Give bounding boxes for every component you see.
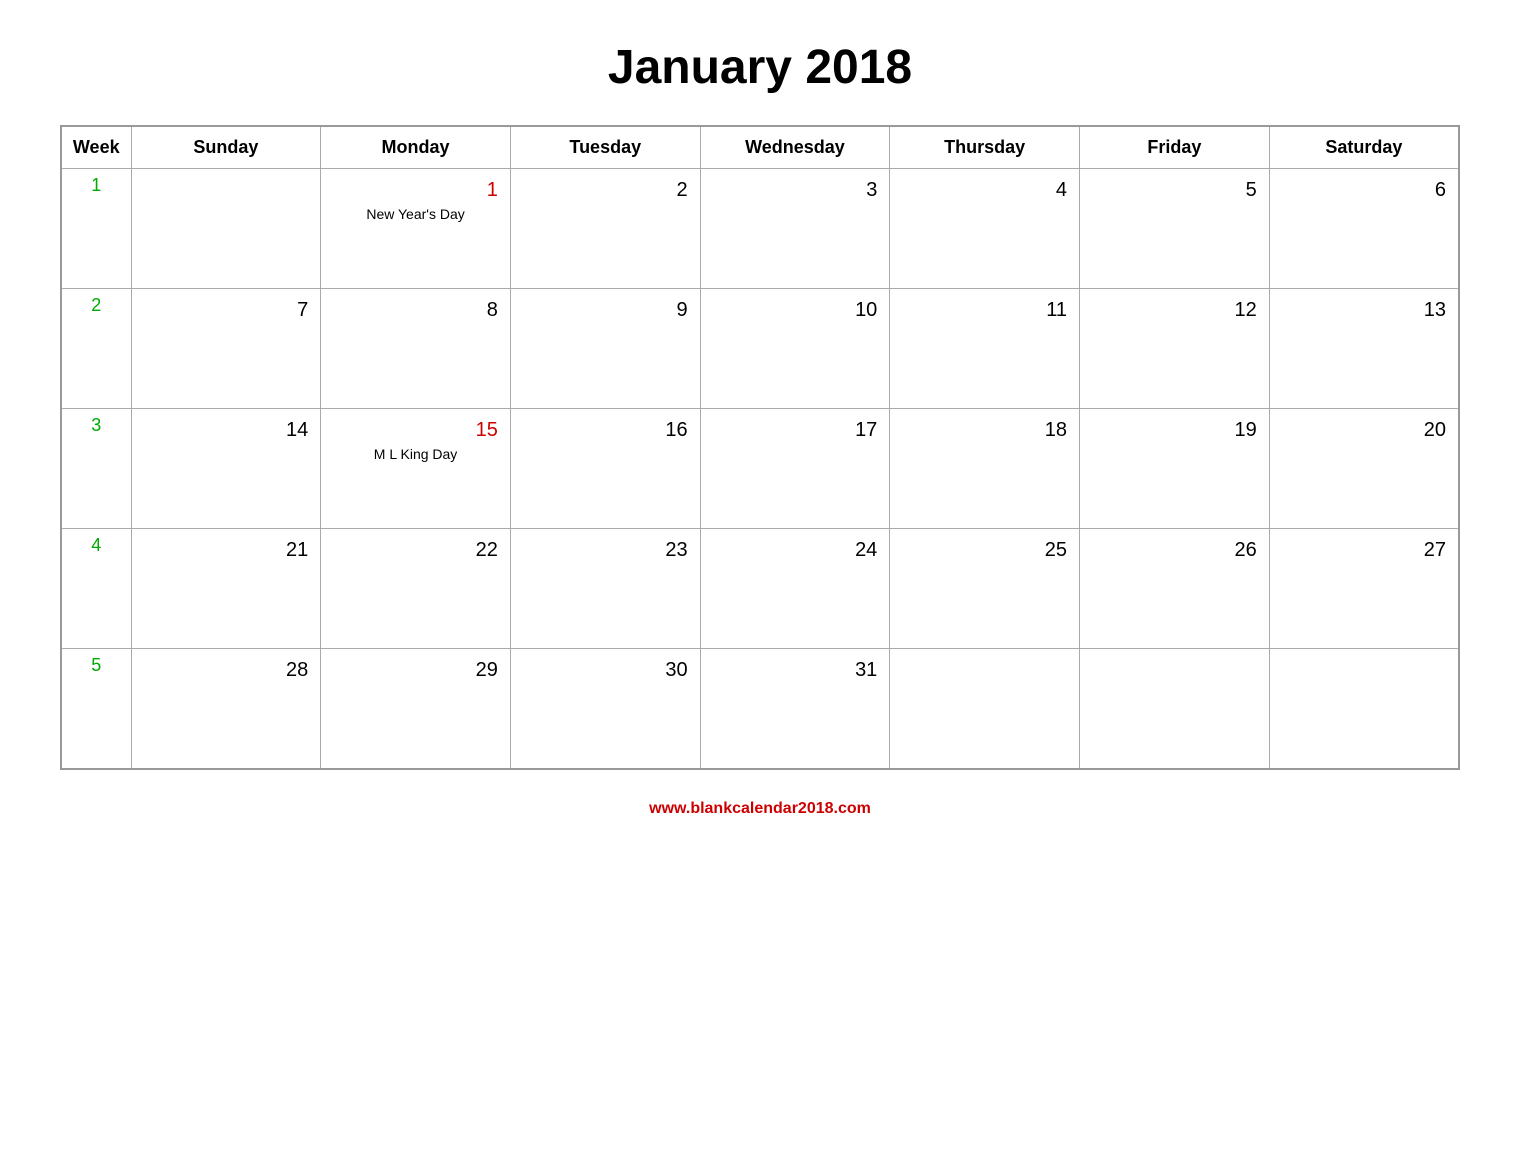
week-number: 3 xyxy=(61,409,131,529)
calendar-table: Week Sunday Monday Tuesday Wednesday Thu… xyxy=(60,125,1460,770)
day-number: 16 xyxy=(519,415,692,444)
day-cell: 24 xyxy=(700,529,890,649)
day-number: 2 xyxy=(519,175,692,204)
day-cell: 12 xyxy=(1080,289,1270,409)
day-cell: 25 xyxy=(890,529,1080,649)
day-cell: 13 xyxy=(1269,289,1459,409)
day-cell: 28 xyxy=(131,649,321,769)
header-tuesday: Tuesday xyxy=(510,126,700,169)
day-cell: 16 xyxy=(510,409,700,529)
day-cell: 19 xyxy=(1080,409,1270,529)
calendar-body: 11New Year's Day2345627891011121331415M … xyxy=(61,169,1459,769)
day-number: 5 xyxy=(1088,175,1261,204)
day-cell: 1 New Year's Day xyxy=(321,169,511,289)
calendar-row: 2789 10 11 12 13 xyxy=(61,289,1459,409)
day-number: 1 xyxy=(329,175,502,204)
header-saturday: Saturday xyxy=(1269,126,1459,169)
day-number: 30 xyxy=(519,655,692,684)
day-number: 26 xyxy=(1088,535,1261,564)
day-number: 25 xyxy=(898,535,1071,564)
day-cell: 6 xyxy=(1269,169,1459,289)
day-cell xyxy=(131,169,321,289)
day-cell: 31 xyxy=(700,649,890,769)
day-number: 19 xyxy=(1088,415,1261,444)
day-number: 12 xyxy=(1088,295,1261,324)
holiday-label: M L King Day xyxy=(329,446,502,462)
day-cell: 11 xyxy=(890,289,1080,409)
day-number: 8 xyxy=(329,295,502,324)
day-cell: 18 xyxy=(890,409,1080,529)
day-cell: 7 xyxy=(131,289,321,409)
day-cell: 10 xyxy=(700,289,890,409)
day-cell: 23 xyxy=(510,529,700,649)
day-number: 10 xyxy=(709,295,882,324)
day-cell: 2 xyxy=(510,169,700,289)
day-cell: 3 xyxy=(700,169,890,289)
day-cell xyxy=(1080,649,1270,769)
day-number: 4 xyxy=(898,175,1071,204)
header-sunday: Sunday xyxy=(131,126,321,169)
day-cell: 22 xyxy=(321,529,511,649)
footer-link[interactable]: www.blankcalendar2018.com xyxy=(649,800,871,817)
day-cell: 29 xyxy=(321,649,511,769)
calendar-row: 4 21 22 23 24 25 26 27 xyxy=(61,529,1459,649)
day-cell xyxy=(890,649,1080,769)
week-number: 2 xyxy=(61,289,131,409)
day-number: 21 xyxy=(140,535,313,564)
day-cell: 21 xyxy=(131,529,321,649)
calendar-row: 5 28 29 30 31 xyxy=(61,649,1459,769)
day-number: 7 xyxy=(140,295,313,324)
header-friday: Friday xyxy=(1080,126,1270,169)
day-number: 14 xyxy=(140,415,313,444)
day-number: 20 xyxy=(1278,415,1450,444)
footer: www.blankcalendar2018.com xyxy=(649,800,871,818)
header-thursday: Thursday xyxy=(890,126,1080,169)
day-number: 11 xyxy=(898,295,1071,324)
day-number: 17 xyxy=(709,415,882,444)
header-week: Week xyxy=(61,126,131,169)
header-wednesday: Wednesday xyxy=(700,126,890,169)
header-row: Week Sunday Monday Tuesday Wednesday Thu… xyxy=(61,126,1459,169)
day-number: 23 xyxy=(519,535,692,564)
day-cell: 9 xyxy=(510,289,700,409)
week-number: 5 xyxy=(61,649,131,769)
day-cell: 15 M L King Day xyxy=(321,409,511,529)
calendar-row: 3 14 15 M L King Day 16 17 18 19 20 xyxy=(61,409,1459,529)
day-number: 27 xyxy=(1278,535,1450,564)
calendar-row: 1 1 New Year's Day 23456 xyxy=(61,169,1459,289)
day-number: 6 xyxy=(1278,175,1450,204)
day-cell: 17 xyxy=(700,409,890,529)
day-number: 13 xyxy=(1278,295,1450,324)
week-number: 1 xyxy=(61,169,131,289)
day-number: 28 xyxy=(140,655,313,684)
day-cell: 20 xyxy=(1269,409,1459,529)
day-cell: 26 xyxy=(1080,529,1270,649)
header-monday: Monday xyxy=(321,126,511,169)
day-number: 29 xyxy=(329,655,502,684)
day-number: 24 xyxy=(709,535,882,564)
day-cell: 30 xyxy=(510,649,700,769)
day-cell: 14 xyxy=(131,409,321,529)
day-number: 22 xyxy=(329,535,502,564)
calendar-title: January 2018 xyxy=(608,40,912,95)
day-number: 18 xyxy=(898,415,1071,444)
day-cell: 4 xyxy=(890,169,1080,289)
week-number: 4 xyxy=(61,529,131,649)
day-cell xyxy=(1269,649,1459,769)
day-number: 3 xyxy=(709,175,882,204)
day-cell: 27 xyxy=(1269,529,1459,649)
day-number: 15 xyxy=(329,415,502,444)
day-cell: 5 xyxy=(1080,169,1270,289)
day-number: 9 xyxy=(519,295,692,324)
holiday-label: New Year's Day xyxy=(329,206,502,222)
day-cell: 8 xyxy=(321,289,511,409)
day-number: 31 xyxy=(709,655,882,684)
